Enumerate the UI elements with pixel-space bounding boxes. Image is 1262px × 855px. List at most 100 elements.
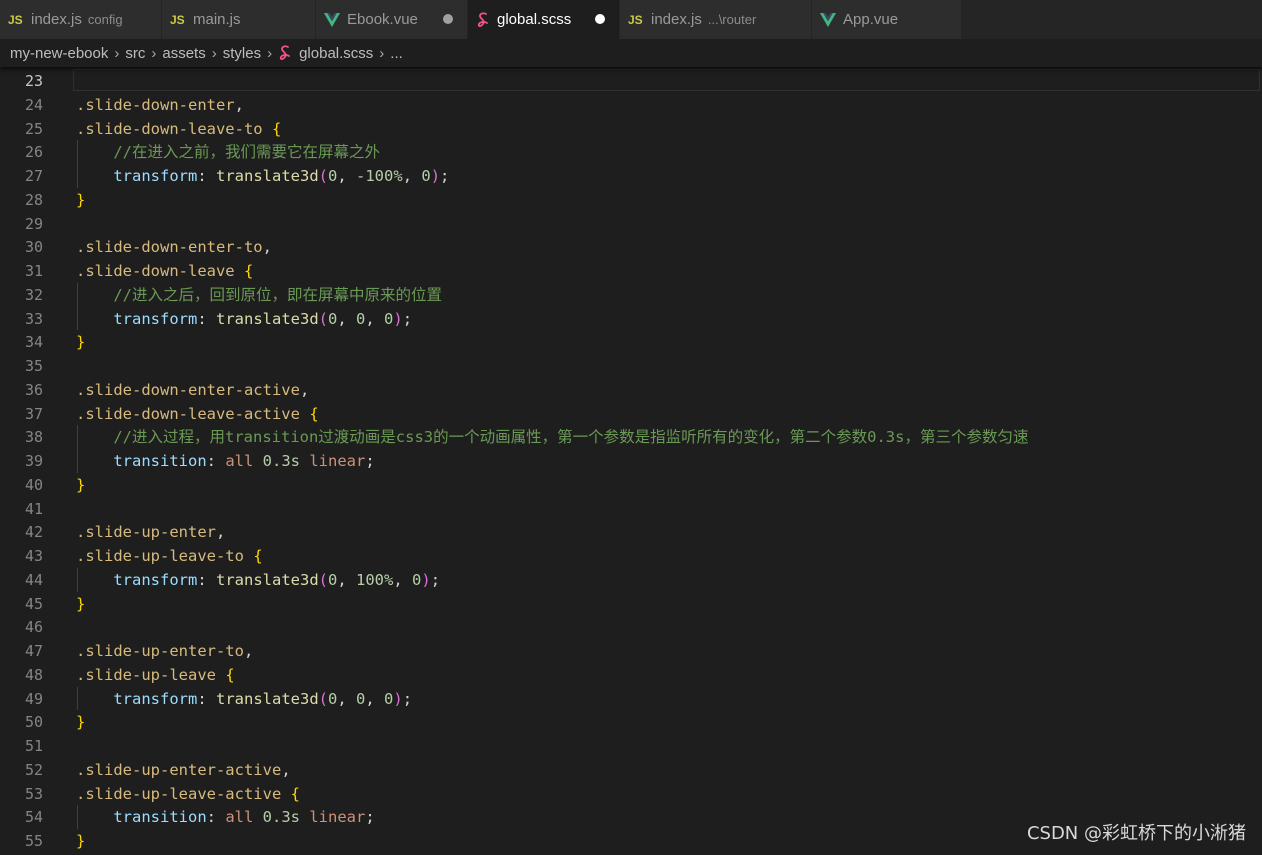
- line-number: 34: [24, 333, 43, 351]
- line-number: 28: [24, 191, 43, 209]
- line-number: 38: [24, 428, 43, 446]
- editor-tab-bar: JS index.js config JS main.js Ebook.vue global…: [0, 0, 1262, 39]
- code-text: //进入过程，用transition过渡动画是css3的一个动画属性，第一个参数…: [76, 425, 1028, 449]
- code-editor[interactable]: 23 24 .slide-down-enter, 25 .slide-down-leav…: [0, 68, 1262, 855]
- indent-guide: [77, 568, 78, 592]
- code-token: transform: [113, 167, 198, 185]
- code-token: {: [253, 547, 263, 565]
- code-token: all: [225, 452, 254, 470]
- js-file-icon: JS: [628, 12, 643, 27]
- tab-label: Ebook.vue: [347, 11, 418, 28]
- code-token: 0: [356, 310, 366, 328]
- vue-file-icon: [324, 12, 340, 27]
- code-line: 40}: [0, 473, 1262, 497]
- breadcrumb-item[interactable]: assets: [162, 45, 205, 62]
- code-token: 0: [384, 690, 394, 708]
- code-token: 0: [328, 690, 338, 708]
- line-number: 26: [24, 143, 43, 161]
- code-token: {: [225, 666, 235, 684]
- line-number: 40: [24, 476, 43, 494]
- current-line-highlight: [73, 69, 1260, 91]
- tab-main-js[interactable]: JS main.js: [162, 0, 316, 39]
- breadcrumb-item[interactable]: styles: [223, 45, 261, 62]
- code-token: //在进入之前，我们需要它在屏幕之外: [76, 143, 380, 161]
- chevron-right-icon: ›: [211, 44, 217, 62]
- code-token: ;: [402, 310, 413, 328]
- code-token: translate3d: [216, 167, 319, 185]
- indent-guide: [77, 140, 78, 188]
- code-text: }: [76, 710, 85, 734]
- code-line: 29: [0, 212, 1262, 236]
- code-token: 0.3s: [262, 808, 300, 826]
- chevron-right-icon: ›: [151, 44, 157, 62]
- line-number: 43: [24, 547, 43, 565]
- code-line: 50}: [0, 710, 1262, 734]
- indent-guide: [77, 687, 78, 710]
- breadcrumb-label: my-new-ebook: [10, 44, 109, 62]
- code-token: (: [318, 571, 328, 589]
- code-token: :: [197, 690, 216, 708]
- code-text: }: [76, 592, 85, 616]
- code-token: ;: [365, 452, 375, 470]
- breadcrumb-label: src: [125, 44, 146, 62]
- code-token: ): [430, 167, 441, 185]
- code-text: .slide-down-enter-to,: [76, 235, 272, 259]
- breadcrumb-item[interactable]: global.scss: [278, 45, 373, 62]
- tab-ebook-vue[interactable]: Ebook.vue: [316, 0, 468, 39]
- code-line: 52 .slide-up-enter-active,: [0, 758, 1262, 782]
- tab-description: config: [87, 12, 123, 27]
- tab-label: main.js: [193, 11, 241, 28]
- code-token: :: [197, 571, 216, 589]
- code-line: 46: [0, 615, 1262, 639]
- scss-file-icon: [278, 45, 292, 61]
- code-text: .slide-up-leave-active {: [76, 782, 300, 806]
- breadcrumb-item[interactable]: src: [125, 45, 145, 62]
- code-line: 38 //进入过程，用transition过渡动画是css3的一个动画属性，第一…: [0, 425, 1262, 449]
- chevron-right-icon: ›: [267, 44, 273, 62]
- code-token: {: [243, 262, 254, 280]
- code-text: .slide-down-leave-active {: [76, 402, 319, 426]
- code-token: .slide-up-enter: [76, 523, 216, 541]
- breadcrumb-item[interactable]: my-new-ebook: [10, 45, 108, 62]
- code-token: {: [290, 785, 300, 803]
- unsaved-dot-icon[interactable]: [443, 14, 453, 24]
- code-text: }: [76, 330, 85, 354]
- code-line: 37 .slide-down-leave-active {: [0, 402, 1262, 426]
- code-token: all: [225, 808, 254, 826]
- code-text: transform: translate3d(0, -100%, 0);: [76, 164, 449, 188]
- code-line: 33 transform: translate3d(0, 0, 0);: [0, 307, 1262, 331]
- code-line: 31 .slide-down-leave {: [0, 259, 1262, 283]
- code-line: 53 .slide-up-leave-active {: [0, 782, 1262, 806]
- tab-global-scss[interactable]: global.scss: [468, 0, 620, 39]
- unsaved-dot-icon[interactable]: [595, 14, 605, 24]
- line-number: 49: [24, 690, 43, 708]
- breadcrumb-item[interactable]: ...: [390, 45, 403, 62]
- code-text: }: [76, 829, 85, 853]
- line-number: 42: [24, 523, 43, 541]
- tab-index-js[interactable]: JS index.js config: [0, 0, 162, 39]
- code-text: }: [76, 473, 85, 497]
- tab-app-vue[interactable]: App.vue: [812, 0, 962, 39]
- breadcrumb: my-new-ebook › src › assets › styles › global.sc…: [0, 39, 1262, 67]
- code-token: 0: [412, 571, 422, 589]
- code-line: 27 transform: translate3d(0, -100%, 0);: [0, 164, 1262, 188]
- line-number: 54: [24, 808, 43, 826]
- line-number: 37: [24, 405, 43, 423]
- tab-index-js[interactable]: JS index.js ...\router: [620, 0, 812, 39]
- code-token: ,: [243, 642, 254, 660]
- code-token: 100%: [356, 571, 394, 589]
- code-token: 0: [384, 310, 394, 328]
- code-line: 25 .slide-down-leave-to {: [0, 117, 1262, 141]
- code-token: :: [197, 310, 216, 328]
- code-token: .slide-up-enter-to: [76, 642, 244, 660]
- code-token: ,: [365, 310, 385, 328]
- code-text: transform: translate3d(0, 100%, 0);: [76, 568, 440, 592]
